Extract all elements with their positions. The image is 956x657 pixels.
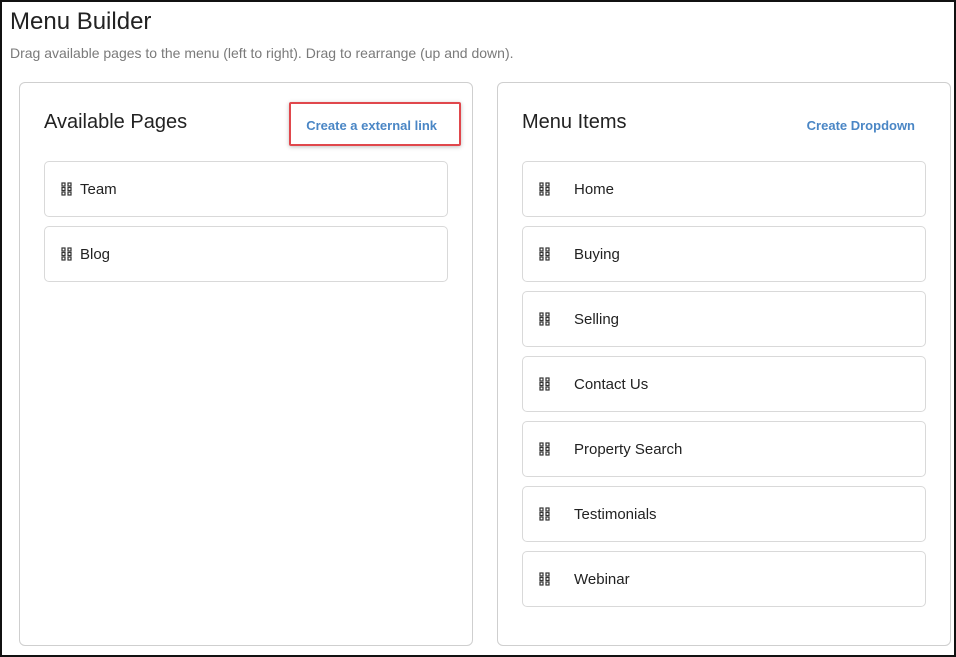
drag-handle-icon[interactable] bbox=[539, 247, 551, 261]
available-page-label: Team bbox=[80, 180, 117, 198]
drag-handle-icon[interactable] bbox=[539, 377, 551, 391]
page-subtitle: Drag available pages to the menu (left t… bbox=[10, 45, 514, 61]
menu-item-label: Contact Us bbox=[574, 375, 649, 393]
drag-handle-icon[interactable] bbox=[61, 182, 73, 196]
menu-items-title: Menu Items bbox=[522, 111, 627, 133]
drag-handle-icon[interactable] bbox=[61, 247, 73, 261]
menu-item[interactable]: Buying bbox=[522, 226, 926, 282]
menu-items-list: Home Buying Selling Contact Us Property … bbox=[522, 161, 926, 607]
available-page-item[interactable]: Blog bbox=[44, 226, 448, 282]
menu-item[interactable]: Home bbox=[522, 161, 926, 217]
menu-item-label: Buying bbox=[574, 245, 620, 263]
available-pages-title: Available Pages bbox=[44, 111, 188, 133]
menu-item[interactable]: Webinar bbox=[522, 551, 926, 607]
available-page-item[interactable]: Team bbox=[44, 161, 448, 217]
menu-item[interactable]: Property Search bbox=[522, 421, 926, 477]
drag-handle-icon[interactable] bbox=[539, 572, 551, 586]
drag-handle-icon[interactable] bbox=[539, 507, 551, 521]
drag-handle-icon[interactable] bbox=[539, 312, 551, 326]
menu-item-label: Property Search bbox=[574, 440, 683, 458]
menu-builder-window: Menu Builder Drag available pages to the… bbox=[0, 0, 956, 657]
available-page-label: Blog bbox=[80, 245, 111, 263]
menu-item-label: Webinar bbox=[574, 570, 630, 588]
menu-item[interactable]: Testimonials bbox=[522, 486, 926, 542]
menu-item[interactable]: Contact Us bbox=[522, 356, 926, 412]
menu-item-label: Selling bbox=[574, 310, 620, 328]
available-pages-list: Team Blog bbox=[44, 161, 448, 282]
menu-item-label: Home bbox=[574, 180, 615, 198]
menu-item-label: Testimonials bbox=[574, 505, 657, 523]
menu-items-panel: Menu Items Create Dropdown Home Buying S… bbox=[497, 82, 951, 646]
create-dropdown-button[interactable]: Create Dropdown bbox=[807, 118, 915, 133]
drag-handle-icon[interactable] bbox=[539, 182, 551, 196]
drag-handle-icon[interactable] bbox=[539, 442, 551, 456]
page-title: Menu Builder bbox=[10, 8, 152, 35]
menu-item[interactable]: Selling bbox=[522, 291, 926, 347]
available-pages-panel: Available Pages Create a external link T… bbox=[19, 82, 473, 646]
create-external-link-button[interactable]: Create a external link bbox=[306, 118, 437, 133]
